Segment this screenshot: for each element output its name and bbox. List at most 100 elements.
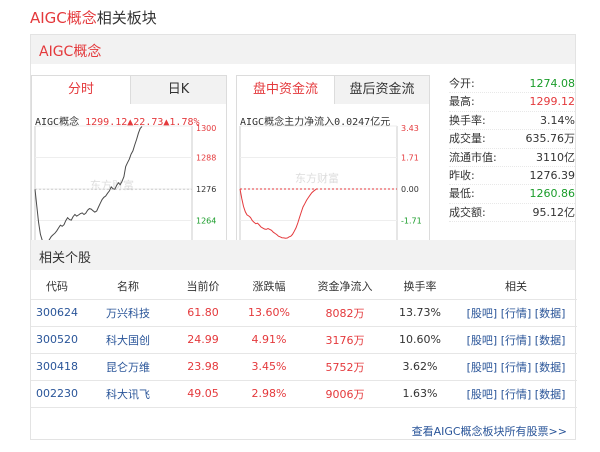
table-row: 300624 万兴科技 61.80 13.60% 8082万 13.73% [股吧] [行情… bbox=[31, 299, 577, 327]
stat-label: 成交额: bbox=[449, 205, 486, 219]
table-row: 300520 科大国创 24.99 4.91% 3176万 10.60% [股吧] [行情]… bbox=[31, 326, 577, 354]
stat-row: 流通市值: 3110亿 bbox=[449, 149, 575, 167]
stock-code-link[interactable]: 300624 bbox=[36, 306, 78, 319]
stock-change: 13.60% bbox=[248, 306, 290, 319]
stat-label: 昨收: bbox=[449, 168, 475, 182]
stock-turnover: 10.60% bbox=[399, 333, 441, 346]
intraday-chart: 东方财富 13001288127612641253 bbox=[34, 124, 216, 257]
col-price: 当前价 bbox=[173, 273, 233, 300]
stat-value: 3110亿 bbox=[536, 150, 575, 164]
stat-value: 95.12亿 bbox=[532, 205, 576, 219]
panel-title: AIGC概念 bbox=[39, 44, 102, 60]
fundflow-chart-box: 盘中资金流 盘后资金流 AIGC概念主力净流入0.0247亿元 东方财富 3.4… bbox=[236, 75, 430, 261]
stock-turnover: 3.62% bbox=[402, 360, 438, 373]
stock-inflow: 8082万 bbox=[325, 306, 365, 320]
stock-turnover: 1.63% bbox=[402, 387, 438, 400]
fundflow-line bbox=[239, 188, 318, 239]
col-change: 涨跌幅 bbox=[233, 273, 305, 300]
guba-link[interactable]: [股吧] bbox=[467, 388, 498, 401]
tab-daily-k[interactable]: 日K bbox=[130, 76, 226, 104]
stock-inflow: 5752万 bbox=[325, 360, 365, 374]
related-stocks-title: 相关个股 bbox=[39, 251, 92, 266]
y-tick-label: 1276 bbox=[196, 185, 216, 194]
tab-afterhours-fundflow[interactable]: 盘后资金流 bbox=[334, 76, 429, 104]
stock-price: 24.99 bbox=[187, 333, 219, 346]
data-link[interactable]: [数据] bbox=[535, 388, 566, 401]
quote-link[interactable]: [行情] bbox=[501, 334, 532, 347]
y-tick-label: 1.71 bbox=[401, 154, 419, 163]
sector-panel: AIGC概念 分时 日K AIGC概念 1299.12▲22.73▲1.78% … bbox=[30, 34, 577, 440]
guba-link[interactable]: [股吧] bbox=[467, 361, 498, 374]
y-tick-label: 1264 bbox=[196, 217, 216, 226]
guba-link[interactable]: [股吧] bbox=[467, 307, 498, 320]
quote-link[interactable]: [行情] bbox=[501, 388, 532, 401]
stat-row: 最高: 1299.12 bbox=[449, 93, 576, 112]
col-related: 相关 bbox=[455, 273, 577, 300]
page-title-suffix: 相关板块 bbox=[96, 9, 157, 27]
stats-panel: 今开: 1274.08 最高: 1299.12 换手率: 3.14% 成交量: 635.76万… bbox=[449, 75, 576, 223]
guba-link[interactable]: [股吧] bbox=[467, 334, 498, 347]
stat-label: 换手率: bbox=[449, 113, 486, 127]
y-tick-label: 3.43 bbox=[401, 124, 419, 133]
stat-row: 今开: 1274.08 bbox=[449, 75, 576, 94]
stock-code-link[interactable]: 300418 bbox=[36, 360, 78, 373]
stock-code-link[interactable]: 300520 bbox=[36, 333, 78, 346]
quote-link[interactable]: [行情] bbox=[501, 307, 532, 320]
stat-label: 成交量: bbox=[449, 132, 486, 146]
stat-value: 1299.12 bbox=[529, 95, 576, 109]
stock-name-link[interactable]: 万兴科技 bbox=[106, 307, 150, 320]
stock-change: 4.91% bbox=[251, 333, 287, 346]
stock-name-link[interactable]: 科大国创 bbox=[106, 334, 150, 347]
table-row: 300418 昆仑万维 23.98 3.45% 5752万 3.62% [股吧] [行情] … bbox=[31, 353, 577, 381]
stock-name-link[interactable]: 科大讯飞 bbox=[106, 388, 150, 401]
stat-row: 昨收: 1276.39 bbox=[449, 167, 576, 186]
intraday-watermark: 东方财富 bbox=[90, 178, 134, 192]
fundflow-watermark: 东方财富 bbox=[295, 171, 339, 185]
stat-value: 1274.08 bbox=[529, 77, 576, 90]
stat-label: 今开: bbox=[449, 77, 475, 90]
stat-value: 3.14% bbox=[540, 113, 575, 127]
col-inflow: 资金净流入 bbox=[305, 273, 385, 300]
panel-header: AIGC概念 bbox=[31, 35, 575, 64]
y-tick-label: 0.00 bbox=[401, 185, 419, 194]
stock-inflow: 3176万 bbox=[325, 333, 365, 347]
tab-intraday-fundflow[interactable]: 盘中资金流 bbox=[237, 76, 334, 104]
stock-change: 2.98% bbox=[251, 387, 287, 400]
tab-intraday[interactable]: 分时 bbox=[32, 76, 130, 104]
col-name: 名称 bbox=[83, 273, 173, 300]
col-code: 代码 bbox=[31, 273, 83, 300]
view-all-stocks-link[interactable]: 查看AIGC概念板块所有股票>> bbox=[412, 423, 567, 439]
related-stocks-table: 代码 名称 当前价 涨跌幅 资金净流入 换手率 相关 300624 万兴科技 61.… bbox=[31, 273, 577, 408]
stat-row: 成交量: 635.76万 bbox=[449, 130, 576, 149]
data-link[interactable]: [数据] bbox=[535, 334, 566, 347]
stock-change: 3.45% bbox=[251, 360, 287, 373]
stock-price: 61.80 bbox=[187, 306, 219, 319]
data-link[interactable]: [数据] bbox=[535, 361, 566, 374]
stock-code-link[interactable]: 002230 bbox=[36, 387, 78, 400]
stat-row: 换手率: 3.14% bbox=[449, 112, 575, 131]
intraday-chart-box: 分时 日K AIGC概念 1299.12▲22.73▲1.78% 东方财富 13… bbox=[31, 75, 227, 261]
table-header-row: 代码 名称 当前价 涨跌幅 资金净流入 换手率 相关 bbox=[31, 273, 577, 300]
stock-turnover: 13.73% bbox=[399, 306, 441, 319]
stat-row: 成交额: 95.12亿 bbox=[449, 204, 576, 223]
stock-name-link[interactable]: 昆仑万维 bbox=[106, 361, 150, 374]
stat-value: 1260.86 bbox=[529, 187, 576, 201]
stock-price: 23.98 bbox=[187, 360, 219, 373]
page-title: AIGC概念相关板块 bbox=[30, 7, 157, 28]
y-tick-label: -1.71 bbox=[401, 217, 422, 226]
stat-label: 最低: bbox=[449, 187, 475, 201]
stat-row: 最低: 1260.86 bbox=[449, 185, 576, 204]
y-tick-label: 1288 bbox=[196, 154, 216, 163]
fundflow-chart: 东方财富 3.431.710.00-1.71-3.43 bbox=[239, 124, 422, 257]
table-row: 002230 科大讯飞 49.05 2.98% 9006万 1.63% [股吧] [行情] … bbox=[31, 380, 577, 408]
related-stocks-header: 相关个股 bbox=[31, 240, 575, 270]
page-title-name: AIGC概念 bbox=[30, 9, 97, 27]
data-link[interactable]: [数据] bbox=[535, 307, 566, 320]
stat-value: 1276.39 bbox=[529, 168, 576, 182]
stat-label: 流通市值: bbox=[449, 150, 497, 164]
stat-label: 最高: bbox=[449, 95, 475, 109]
stock-inflow: 9006万 bbox=[325, 387, 365, 401]
stat-value: 635.76万 bbox=[525, 132, 576, 146]
col-turnover: 换手率 bbox=[385, 273, 455, 300]
quote-link[interactable]: [行情] bbox=[501, 361, 532, 374]
